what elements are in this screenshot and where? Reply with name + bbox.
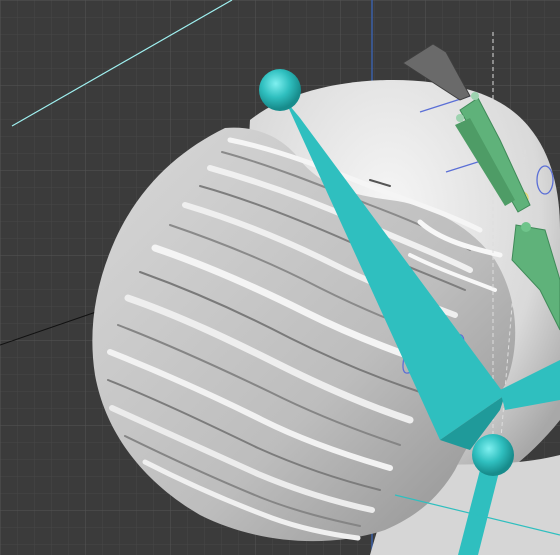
- joint-top[interactable]: [259, 69, 301, 111]
- joint-bottom[interactable]: [472, 434, 514, 476]
- 3d-viewport[interactable]: [0, 0, 560, 555]
- viewport-canvas[interactable]: [0, 0, 560, 555]
